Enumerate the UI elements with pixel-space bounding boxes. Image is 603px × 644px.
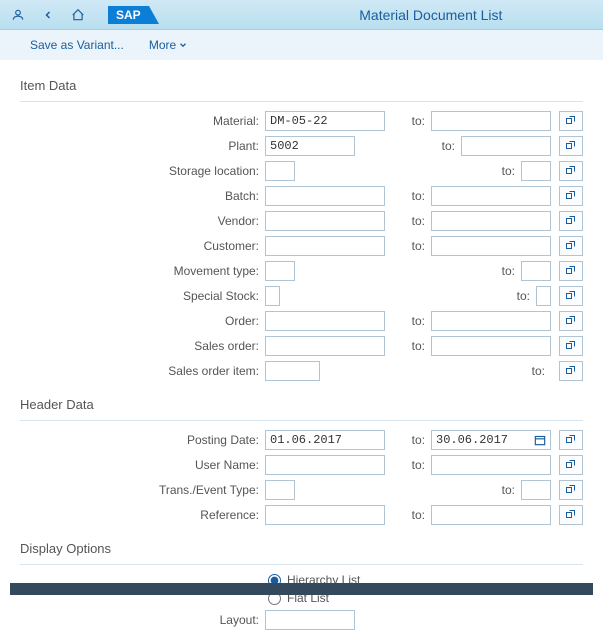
- vendor-from-input[interactable]: [265, 211, 385, 231]
- storage-location-from-input[interactable]: [265, 161, 295, 181]
- customer-from-input[interactable]: [265, 236, 385, 256]
- batch-from-input[interactable]: [265, 186, 385, 206]
- sales-order-item-from-input[interactable]: [265, 361, 320, 381]
- footer-bar: [10, 583, 593, 595]
- user-name-from-input[interactable]: [265, 455, 385, 475]
- customer-to-input[interactable]: [431, 236, 551, 256]
- batch-to-input[interactable]: [431, 186, 551, 206]
- field-movement-type: Movement type: to:: [20, 260, 583, 282]
- posting-date-from-input[interactable]: [265, 430, 385, 450]
- order-to-input[interactable]: [431, 311, 551, 331]
- multi-select-icon[interactable]: [559, 236, 583, 256]
- multi-select-icon[interactable]: [559, 430, 583, 450]
- multi-select-icon[interactable]: [559, 311, 583, 331]
- home-icon[interactable]: [70, 7, 86, 23]
- special-stock-from-input[interactable]: [265, 286, 280, 306]
- reference-from-input[interactable]: [265, 505, 385, 525]
- sales-order-to-input[interactable]: [431, 336, 551, 356]
- field-storage-location: Storage location: to:: [20, 160, 583, 182]
- more-button[interactable]: More: [149, 38, 188, 52]
- field-vendor: Vendor: to:: [20, 210, 583, 232]
- multi-select-icon[interactable]: [559, 261, 583, 281]
- trans-event-from-input[interactable]: [265, 480, 295, 500]
- trans-event-to-input[interactable]: [521, 480, 551, 500]
- plant-from-input[interactable]: [265, 136, 355, 156]
- movement-type-to-input[interactable]: [521, 261, 551, 281]
- field-plant: Plant: to:: [20, 135, 583, 157]
- page-title: Material Document List: [269, 7, 593, 23]
- field-user-name: User Name: to:: [20, 454, 583, 476]
- material-from-input[interactable]: [265, 111, 385, 131]
- field-material: Material: to:: [20, 110, 583, 132]
- header-bar: SAP Material Document List: [0, 0, 603, 30]
- content: Item Data Material: to: Plant: to: Stora…: [0, 60, 603, 644]
- posting-date-to-input[interactable]: [431, 430, 551, 450]
- field-reference: Reference: to:: [20, 504, 583, 526]
- header-icons: SAP: [10, 6, 149, 24]
- material-to-input[interactable]: [431, 111, 551, 131]
- field-customer: Customer: to:: [20, 235, 583, 257]
- multi-select-icon[interactable]: [559, 455, 583, 475]
- header-data-title: Header Data: [20, 397, 583, 412]
- field-special-stock: Special Stock: to:: [20, 285, 583, 307]
- field-posting-date: Posting Date: to:: [20, 429, 583, 451]
- field-trans-event-type: Trans./Event Type: to:: [20, 479, 583, 501]
- user-icon[interactable]: [10, 7, 26, 23]
- order-from-input[interactable]: [265, 311, 385, 331]
- reference-to-input[interactable]: [431, 505, 551, 525]
- multi-select-icon[interactable]: [559, 111, 583, 131]
- movement-type-from-input[interactable]: [265, 261, 295, 281]
- multi-select-icon[interactable]: [559, 480, 583, 500]
- layout-input[interactable]: [265, 610, 355, 630]
- field-sales-order: Sales order: to:: [20, 335, 583, 357]
- field-layout: Layout:: [20, 609, 583, 631]
- multi-select-icon[interactable]: [559, 161, 583, 181]
- vendor-to-input[interactable]: [431, 211, 551, 231]
- multi-select-icon[interactable]: [559, 186, 583, 206]
- special-stock-to-input[interactable]: [536, 286, 551, 306]
- multi-select-icon[interactable]: [559, 286, 583, 306]
- multi-select-icon[interactable]: [559, 361, 583, 381]
- display-options-title: Display Options: [20, 541, 583, 556]
- toolbar: Save as Variant... More: [0, 30, 603, 60]
- field-order: Order: to:: [20, 310, 583, 332]
- user-name-to-input[interactable]: [431, 455, 551, 475]
- field-batch: Batch: to:: [20, 185, 583, 207]
- field-sales-order-item: Sales order item: to:: [20, 360, 583, 382]
- item-data-title: Item Data: [20, 78, 583, 93]
- multi-select-icon[interactable]: [559, 136, 583, 156]
- storage-location-to-input[interactable]: [521, 161, 551, 181]
- sap-logo: SAP: [108, 6, 149, 24]
- multi-select-icon[interactable]: [559, 505, 583, 525]
- plant-to-input[interactable]: [461, 136, 551, 156]
- multi-select-icon[interactable]: [559, 211, 583, 231]
- multi-select-icon[interactable]: [559, 336, 583, 356]
- sales-order-from-input[interactable]: [265, 336, 385, 356]
- back-icon[interactable]: [40, 7, 56, 23]
- save-variant-button[interactable]: Save as Variant...: [30, 38, 124, 52]
